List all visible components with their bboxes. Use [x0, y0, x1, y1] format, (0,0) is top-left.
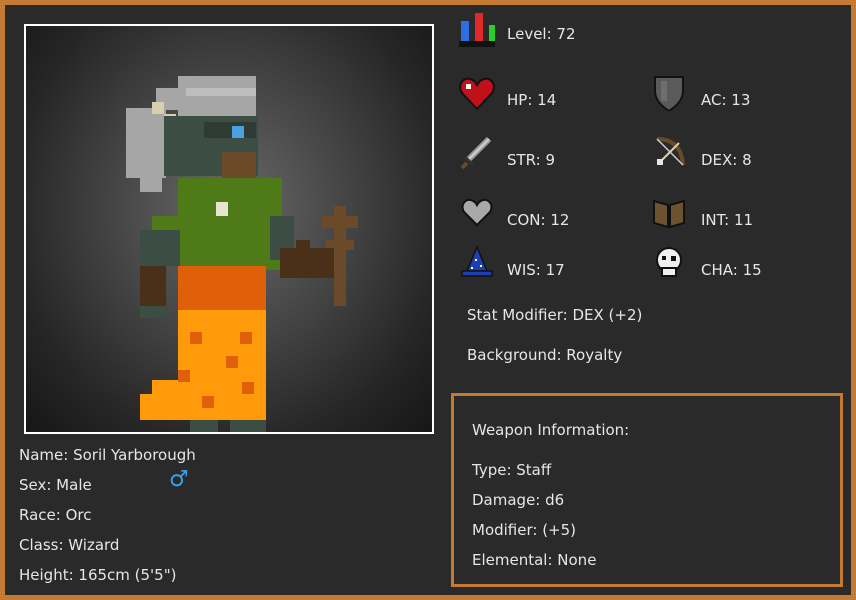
weapon-info-panel: Weapon Information: Type: Staff Damage: …	[451, 393, 843, 587]
weapon-type: Type: Staff	[472, 461, 552, 479]
weapon-modifier: Modifier: (+5)	[472, 521, 577, 539]
weapon-info-title: Weapon Information:	[472, 421, 630, 439]
book-icon	[653, 199, 685, 229]
character-portrait	[24, 24, 434, 434]
cha-label: CHA: 15	[701, 261, 762, 279]
wis-label: WIS: 17	[507, 261, 565, 279]
shield-icon	[654, 76, 684, 111]
skull-icon	[656, 247, 682, 277]
dex-label: DEX: 8	[701, 151, 752, 169]
wizard-hat-icon	[461, 245, 493, 277]
character-height: Height: 165cm (5'5")	[19, 566, 177, 584]
grey-heart-icon	[461, 198, 493, 227]
bow-icon	[656, 137, 685, 166]
weapon-damage: Damage: d6	[472, 491, 565, 509]
hp-label: HP: 14	[507, 91, 557, 109]
level-label: Level: 72	[507, 25, 576, 43]
character-sex: Sex: Male	[19, 476, 92, 494]
orc-wizard-sprite	[126, 76, 358, 432]
character-class: Class: Wizard	[19, 536, 120, 554]
sword-icon	[460, 136, 492, 170]
character-race: Race: Orc	[19, 506, 92, 524]
male-symbol-icon: ♂	[169, 467, 189, 492]
bar-chart-icon	[459, 13, 495, 47]
str-label: STR: 9	[507, 151, 556, 169]
background: Background: Royalty	[467, 346, 623, 364]
con-label: CON: 12	[507, 211, 570, 229]
ac-label: AC: 13	[701, 91, 751, 109]
stat-modifier: Stat Modifier: DEX (+2)	[467, 306, 643, 324]
character-name: Name: Soril Yarborough	[19, 446, 196, 464]
heart-icon	[459, 77, 495, 111]
int-label: INT: 11	[701, 211, 754, 229]
character-sheet: Name: Soril Yarborough Sex: Male ♂ Race:…	[0, 0, 856, 600]
weapon-elemental: Elemental: None	[472, 551, 597, 569]
